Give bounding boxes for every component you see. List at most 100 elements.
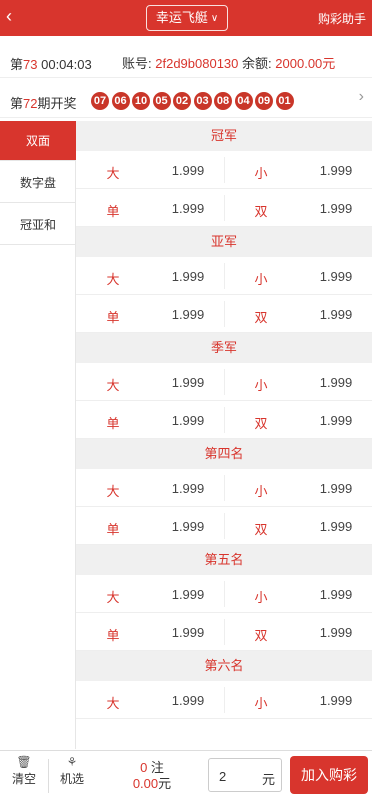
bet-option-odds[interactable]: 1.999 bbox=[168, 307, 208, 322]
sidebar: 双面 数字盘 冠亚和 bbox=[0, 121, 76, 749]
bet-option-odds[interactable]: 1.999 bbox=[316, 481, 356, 496]
bet-option-odds[interactable]: 1.999 bbox=[168, 693, 208, 708]
section-title: 第六名 bbox=[76, 651, 372, 681]
bet-option-odds[interactable]: 1.999 bbox=[316, 201, 356, 216]
bet-option-name[interactable]: 大 bbox=[103, 375, 123, 394]
draw-ball: 06 bbox=[111, 92, 130, 110]
draw-ball: 09 bbox=[255, 92, 273, 110]
draw-ball: 07 bbox=[91, 92, 109, 110]
bet-option-name[interactable]: 小 bbox=[251, 269, 271, 288]
bet-option-name[interactable]: 小 bbox=[251, 587, 271, 606]
bet-row: 大 1.999 小 1.999 bbox=[76, 575, 372, 613]
bet-option-name[interactable]: 单 bbox=[103, 519, 123, 538]
bet-option-odds[interactable]: 1.999 bbox=[316, 693, 356, 708]
section-title: 第五名 bbox=[76, 545, 372, 575]
bet-summary: 0 注 0.00元 bbox=[132, 760, 172, 791]
draw-ball: 04 bbox=[234, 92, 253, 110]
row-divider bbox=[224, 301, 225, 327]
bet-row: 大 1.999 小 1.999 bbox=[76, 363, 372, 401]
bet-row: 单 1.999 双 1.999 bbox=[76, 401, 372, 439]
bet-option-odds[interactable]: 1.999 bbox=[168, 201, 208, 216]
row-divider bbox=[224, 369, 225, 395]
row-divider bbox=[224, 513, 225, 539]
game-selector[interactable]: 幸运飞艇 ∨ bbox=[146, 5, 228, 31]
amount-value: 2 bbox=[219, 769, 227, 784]
bet-option-name[interactable]: 大 bbox=[103, 269, 123, 288]
section-title: 季军 bbox=[76, 333, 372, 363]
section-title: 第四名 bbox=[76, 439, 372, 469]
purchase-helper-link[interactable]: 购彩助手 bbox=[318, 10, 366, 27]
bet-option-odds[interactable]: 1.999 bbox=[316, 519, 356, 534]
balance-value: 2000.00元 bbox=[275, 56, 336, 71]
bet-row: 单 1.999 双 1.999 bbox=[76, 507, 372, 545]
add-to-cart-button[interactable]: 加入购彩 bbox=[290, 756, 368, 794]
bet-option-odds[interactable]: 1.999 bbox=[316, 413, 356, 428]
bet-option-name[interactable]: 大 bbox=[103, 163, 123, 182]
bet-option-name[interactable]: 小 bbox=[251, 375, 271, 394]
bet-row: 单 1.999 双 1.999 bbox=[76, 613, 372, 651]
last-draw-label: 第72期开奖 bbox=[10, 96, 77, 111]
game-selector-label: 幸运飞艇 bbox=[155, 10, 208, 25]
bet-option-name[interactable]: 单 bbox=[103, 201, 123, 220]
chevron-down-icon: ∨ bbox=[210, 13, 219, 24]
chevron-right-icon[interactable]: › bbox=[359, 88, 364, 106]
bet-option-name[interactable]: 单 bbox=[103, 625, 123, 644]
sidebar-item-number[interactable]: 数字盘 bbox=[0, 163, 76, 203]
bet-option-odds[interactable]: 1.999 bbox=[316, 269, 356, 284]
bet-option-name[interactable]: 双 bbox=[251, 625, 271, 644]
issue-info-bar: 第73 00:04:03 账号: 2f2d9b080130 余额: 2000.0… bbox=[0, 42, 372, 78]
bet-option-odds[interactable]: 1.999 bbox=[168, 481, 208, 496]
row-divider bbox=[224, 157, 225, 183]
bet-option-odds[interactable]: 1.999 bbox=[168, 413, 208, 428]
bet-option-odds[interactable]: 1.999 bbox=[168, 519, 208, 534]
amount-input[interactable]: 2 元 bbox=[208, 758, 282, 792]
row-divider bbox=[224, 687, 225, 713]
bet-option-name[interactable]: 大 bbox=[103, 693, 123, 712]
clear-button[interactable]: 🗑 清空 bbox=[8, 754, 40, 787]
draw-ball: 08 bbox=[214, 92, 232, 110]
sidebar-item-sum[interactable]: 冠亚和 bbox=[0, 205, 76, 245]
row-divider bbox=[224, 581, 225, 607]
section-title: 冠军 bbox=[76, 121, 372, 151]
bet-option-name[interactable]: 小 bbox=[251, 693, 271, 712]
bet-option-odds[interactable]: 1.999 bbox=[316, 307, 356, 322]
draw-ball: 02 bbox=[173, 92, 191, 110]
bet-total: 0.00 bbox=[132, 776, 159, 791]
bet-option-odds[interactable]: 1.999 bbox=[316, 625, 356, 640]
bet-option-odds[interactable]: 1.999 bbox=[316, 587, 356, 602]
draw-ball: 05 bbox=[152, 92, 171, 110]
bet-option-odds[interactable]: 1.999 bbox=[316, 375, 356, 390]
bet-option-odds[interactable]: 1.999 bbox=[168, 163, 208, 178]
account-info: 账号: 2f2d9b080130 余额: 2000.00元 bbox=[122, 56, 336, 71]
bet-option-odds[interactable]: 1.999 bbox=[168, 269, 208, 284]
row-divider bbox=[224, 263, 225, 289]
bet-option-odds[interactable]: 1.999 bbox=[168, 625, 208, 640]
draw-ball: 03 bbox=[193, 92, 212, 110]
section-title: 亚军 bbox=[76, 227, 372, 257]
back-arrow-icon[interactable]: ‹ bbox=[6, 6, 26, 26]
bet-option-name[interactable]: 大 bbox=[103, 587, 123, 606]
bet-option-name[interactable]: 双 bbox=[251, 307, 271, 326]
bet-option-name[interactable]: 双 bbox=[251, 201, 271, 220]
bet-option-name[interactable]: 大 bbox=[103, 481, 123, 500]
bet-option-name[interactable]: 双 bbox=[251, 413, 271, 432]
row-divider bbox=[224, 195, 225, 221]
bet-option-name[interactable]: 单 bbox=[103, 413, 123, 432]
bet-option-odds[interactable]: 1.999 bbox=[168, 375, 208, 390]
bet-option-name[interactable]: 小 bbox=[251, 481, 271, 500]
random-pick-button[interactable]: ⚘ 机选 bbox=[56, 754, 88, 787]
bet-option-odds[interactable]: 1.999 bbox=[168, 587, 208, 602]
sidebar-item-two-sided[interactable]: 双面 bbox=[0, 121, 76, 161]
current-issue: 第73 00:04:03 bbox=[10, 57, 92, 72]
amount-unit: 元 bbox=[261, 772, 275, 787]
bet-option-name[interactable]: 小 bbox=[251, 163, 271, 182]
bet-option-name[interactable]: 双 bbox=[251, 519, 271, 538]
bet-option-name[interactable]: 单 bbox=[103, 307, 123, 326]
countdown: 00:04:03 bbox=[41, 57, 92, 72]
trash-icon: 🗑 bbox=[16, 755, 32, 769]
bet-row: 单 1.999 双 1.999 bbox=[76, 189, 372, 227]
row-divider bbox=[224, 407, 225, 433]
bet-row: 大 1.999 小 1.999 bbox=[76, 151, 372, 189]
random-pick-label: 机选 bbox=[59, 772, 84, 786]
bet-option-odds[interactable]: 1.999 bbox=[316, 163, 356, 178]
